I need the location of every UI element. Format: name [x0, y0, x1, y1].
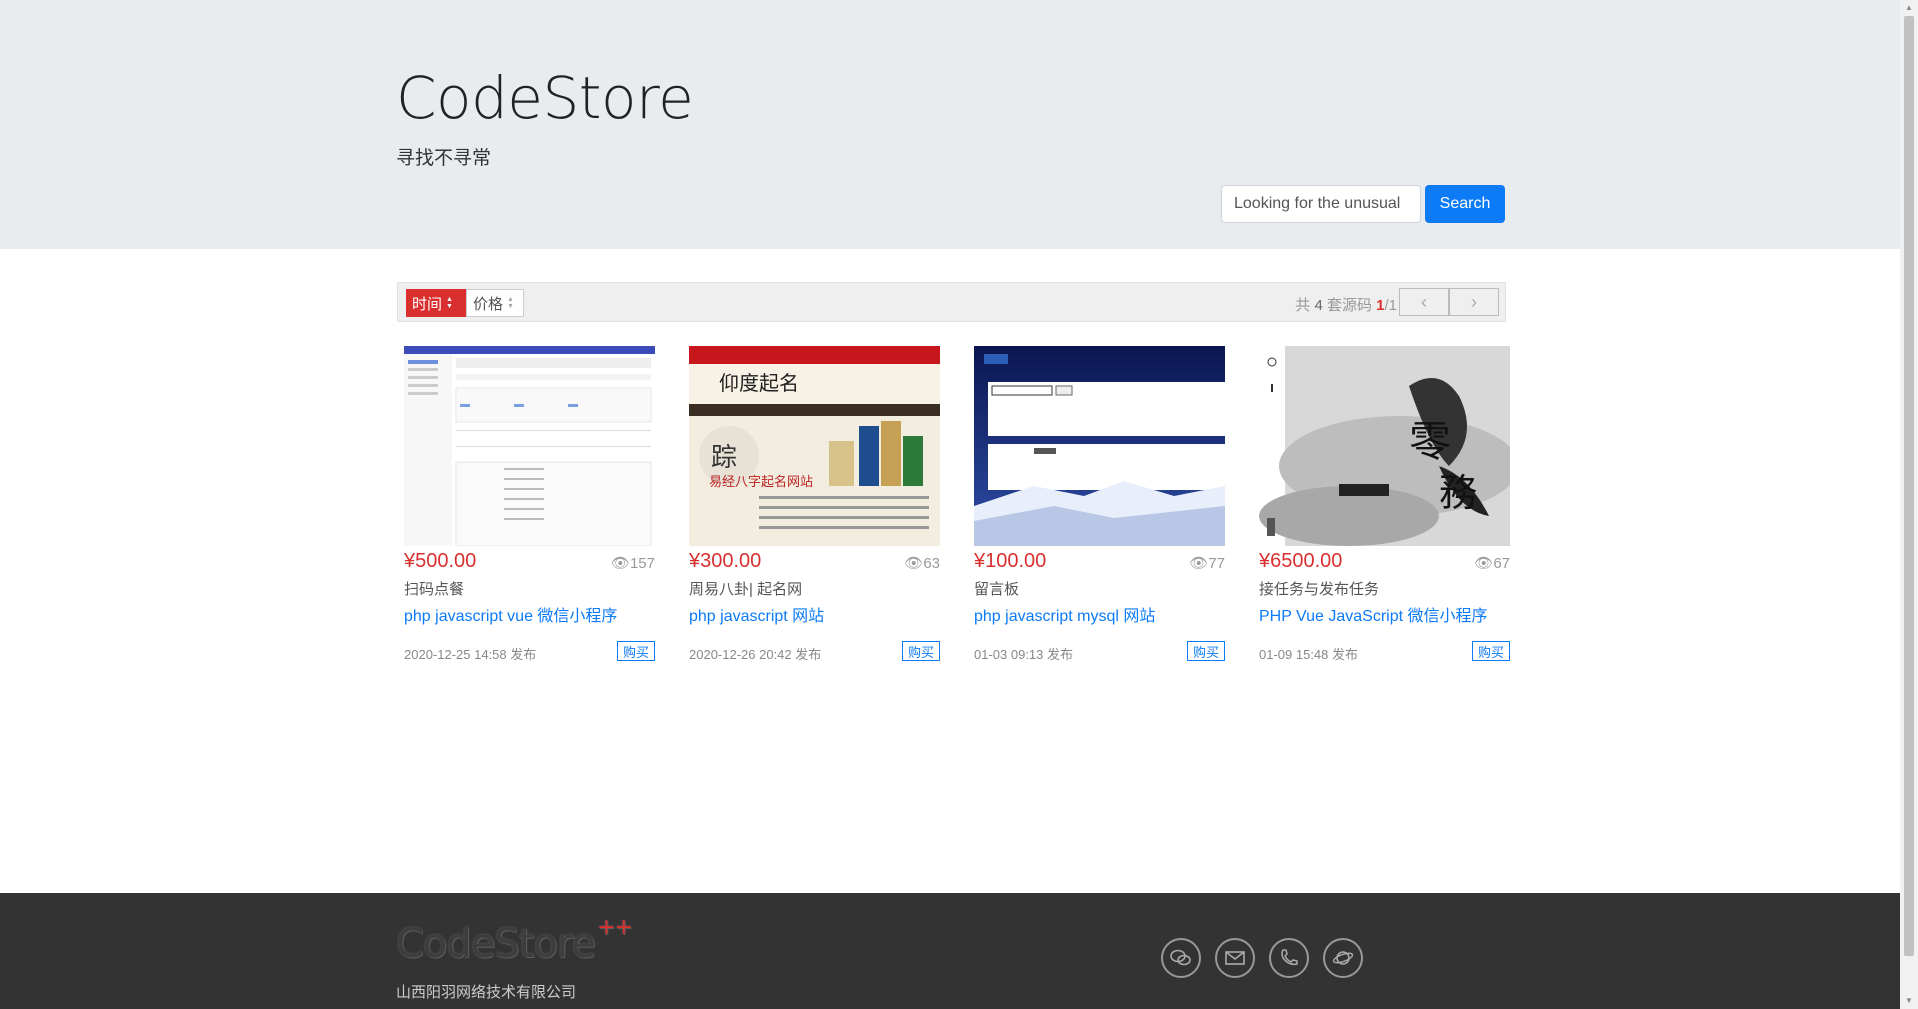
chevron-left-icon: ‹ [1421, 291, 1427, 312]
footer-logo-text: CodeStore [396, 921, 596, 967]
product-tags[interactable]: php javascript vue 微信小程序 [404, 602, 617, 626]
site-subtitle: 寻找不寻常 [396, 148, 492, 169]
buy-button[interactable]: 购买 [902, 641, 940, 661]
product-card[interactable]: ¥500.00 👁157 扫码点餐 php javascript vue 微信小… [404, 346, 655, 666]
product-price: ¥100.00 [974, 550, 1047, 572]
eye-icon: 👁 [1474, 555, 1494, 572]
svg-text:務: 務 [1439, 471, 1477, 515]
count-value: 4 [1314, 297, 1323, 314]
view-count: 👁67 [1474, 554, 1510, 572]
sort-arrows-icon: ▲ ▼ [507, 296, 514, 310]
search-input[interactable] [1221, 185, 1421, 223]
count-suffix: 套源码 [1326, 297, 1372, 314]
svg-text:零: 零 [1409, 417, 1451, 466]
site-title: CodeStore [396, 64, 694, 132]
buy-button[interactable]: 购买 [1187, 641, 1225, 661]
product-thumbnail[interactable] [404, 346, 655, 546]
hero-banner: CodeStore 寻找不寻常 Search [0, 0, 1900, 249]
count-prefix: 共 [1295, 297, 1311, 314]
product-price: ¥300.00 [689, 550, 762, 572]
product-card[interactable]: 仰度起名 踪 易经八字起名网站 ¥300.00 👁63 周易八卦| 起名网 ph… [689, 346, 940, 666]
eye-icon: 👁 [904, 555, 924, 572]
wechat-icon[interactable] [1161, 938, 1201, 978]
footer-logo-suffix: ++ [597, 915, 633, 940]
next-page-button[interactable]: › [1449, 288, 1499, 316]
product-price: ¥500.00 [404, 550, 477, 572]
product-thumbnail[interactable]: 仰度起名 踪 易经八字起名网站 [689, 346, 940, 546]
svg-text:仰度起名: 仰度起名 [719, 371, 799, 395]
publish-date: 01-03 09:13 发布 [974, 647, 1074, 662]
view-count: 👁157 [611, 554, 655, 572]
phone-icon[interactable] [1269, 938, 1309, 978]
product-card[interactable]: 零 務 ¥6500.00 👁67 接任务与发布任务 PHP Vue JavaSc… [1259, 346, 1510, 666]
product-tags[interactable]: php javascript 网站 [689, 602, 824, 626]
product-price: ¥6500.00 [1259, 550, 1343, 572]
view-count-value: 63 [923, 555, 940, 572]
page-total: /1 [1384, 297, 1397, 314]
sort-arrows-icon: ▲ ▼ [446, 296, 453, 310]
product-thumbnail[interactable]: 零 務 [1259, 346, 1510, 546]
product-name[interactable]: 扫码点餐 [404, 578, 464, 599]
eye-icon: 👁 [1189, 555, 1209, 572]
site-footer: CodeStore++ 山西阳羽网络技术有限公司 [0, 893, 1900, 1009]
eye-icon: 👁 [610, 555, 630, 572]
sort-by-time-button[interactable]: 时间 ▲ ▼ [406, 289, 466, 317]
buy-button[interactable]: 购买 [1472, 641, 1510, 661]
product-tags[interactable]: PHP Vue JavaScript 微信小程序 [1259, 602, 1488, 626]
sort-time-label: 时间 [412, 295, 443, 313]
scroll-up-icon[interactable]: ▲ [1904, 2, 1914, 14]
scrollbar-thumb[interactable] [1904, 16, 1914, 956]
view-count-value: 67 [1493, 555, 1510, 572]
sort-toolbar: 时间 ▲ ▼ 价格 ▲ ▼ 共 4 套源码 1/1 ‹ › [397, 282, 1506, 322]
svg-text:踪: 踪 [711, 443, 737, 473]
publish-date: 2020-12-26 20:42 发布 [689, 647, 822, 662]
sort-price-label: 价格 [473, 295, 504, 313]
view-count-value: 77 [1208, 555, 1225, 572]
prev-page-button[interactable]: ‹ [1399, 288, 1449, 316]
footer-logo: CodeStore++ [396, 915, 633, 967]
publish-date: 2020-12-25 14:58 发布 [404, 647, 537, 662]
company-name: 山西阳羽网络技术有限公司 [396, 984, 577, 1001]
sort-by-price-button[interactable]: 价格 ▲ ▼ [466, 289, 524, 317]
product-card[interactable]: ¥100.00 👁77 留言板 php javascript mysql 网站 … [974, 346, 1225, 666]
vertical-scrollbar[interactable]: ▲ ▼ [1900, 0, 1918, 1009]
search-button[interactable]: Search [1425, 185, 1505, 223]
product-name[interactable]: 接任务与发布任务 [1259, 578, 1379, 599]
svg-text:易经八字起名网站: 易经八字起名网站 [709, 474, 813, 490]
view-count: 👁77 [1189, 554, 1225, 572]
product-name[interactable]: 周易八卦| 起名网 [689, 578, 802, 599]
view-count: 👁63 [904, 554, 940, 572]
view-count-value: 157 [629, 555, 655, 572]
product-name[interactable]: 留言板 [974, 578, 1019, 599]
email-icon[interactable] [1215, 938, 1255, 978]
planet-icon[interactable] [1323, 938, 1363, 978]
result-count: 共 4 套源码 1/1 [1295, 294, 1397, 315]
publish-date: 01-09 15:48 发布 [1259, 647, 1359, 662]
scroll-down-icon[interactable]: ▼ [1904, 995, 1914, 1007]
product-tags[interactable]: php javascript mysql 网站 [974, 602, 1155, 626]
product-thumbnail[interactable] [974, 346, 1225, 546]
buy-button[interactable]: 购买 [617, 641, 655, 661]
chevron-right-icon: › [1471, 291, 1477, 312]
